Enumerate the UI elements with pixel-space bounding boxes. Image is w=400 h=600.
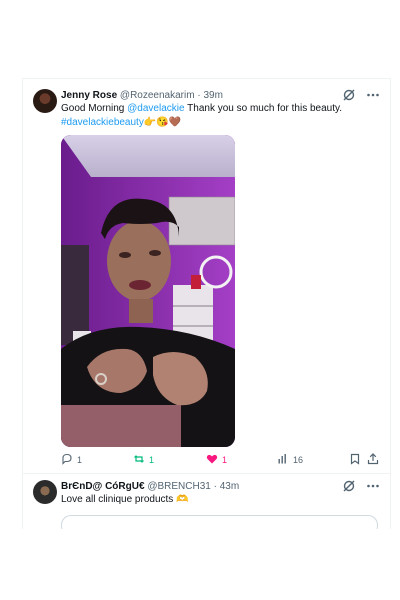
tweet-top-actions: [342, 88, 380, 102]
text-suffix: Thank you so much for this beauty.: [184, 103, 343, 114]
avatar[interactable]: [33, 89, 57, 113]
text-body: Love all clinique products: [61, 494, 174, 505]
separator: ·: [197, 90, 201, 101]
like-count: 1: [222, 455, 228, 465]
timestamp[interactable]: 39m: [203, 90, 222, 101]
text-prefix: Good Morning: [61, 103, 128, 114]
retweet-button[interactable]: 1: [133, 453, 154, 467]
reply-count: 1: [77, 455, 83, 465]
tweet-top-actions: [342, 479, 380, 493]
retweet-icon: [133, 453, 145, 467]
share-button[interactable]: [367, 453, 379, 467]
tweet-header: BrЄnD@ CóRgU€ @BRENCH31 · 43m: [61, 481, 239, 492]
more-icon[interactable]: [366, 479, 380, 493]
share-icon: [367, 453, 379, 467]
tweet-video[interactable]: [61, 135, 235, 447]
tweet-header: Jenny Rose @Rozeenakarim · 39m: [61, 90, 223, 101]
bookmark-button[interactable]: [349, 453, 361, 467]
heart-icon: [206, 453, 218, 467]
views-button[interactable]: 16: [277, 453, 303, 467]
tweet-text: Love all clinique products 🫶: [61, 493, 371, 507]
tweet-text: Good Morning @davelackie Thank you so mu…: [61, 102, 371, 130]
more-icon[interactable]: [366, 88, 380, 102]
author-name[interactable]: Jenny Rose: [61, 90, 117, 101]
video-frame: [61, 135, 235, 447]
views-count: 16: [293, 455, 304, 465]
grok-icon[interactable]: [342, 479, 356, 493]
hashtag-link[interactable]: #davelackiebeauty: [61, 117, 144, 128]
bookmark-icon: [349, 453, 361, 467]
grok-icon[interactable]: [342, 88, 356, 102]
views-icon: [277, 453, 289, 467]
emojis: 👉😘🤎: [143, 117, 182, 128]
author-handle[interactable]: @BRENCH31: [147, 481, 211, 492]
tweet[interactable]: BrЄnD@ CóRgU€ @BRENCH31 · 43m Love all c…: [23, 474, 390, 529]
timeline-feed: Jenny Rose @Rozeenakarim · 39m Good Morn…: [22, 78, 391, 529]
tweet-actions: 1 1 1 16: [61, 453, 379, 469]
tweet[interactable]: Jenny Rose @Rozeenakarim · 39m Good Morn…: [23, 79, 390, 474]
timestamp[interactable]: 43m: [220, 481, 239, 492]
quoted-media-card[interactable]: [61, 515, 378, 529]
reply-icon: [61, 453, 73, 467]
mention-link[interactable]: @davelackie: [127, 103, 184, 114]
author-name[interactable]: BrЄnD@ CóRgU€: [61, 481, 145, 492]
reply-button[interactable]: 1: [61, 453, 82, 467]
emojis: 🫶: [176, 494, 189, 505]
author-handle[interactable]: @Rozeenakarim: [120, 90, 195, 101]
retweet-count: 1: [149, 455, 155, 465]
like-button[interactable]: 1: [206, 453, 227, 467]
avatar[interactable]: [33, 480, 57, 504]
separator: ·: [213, 481, 217, 492]
